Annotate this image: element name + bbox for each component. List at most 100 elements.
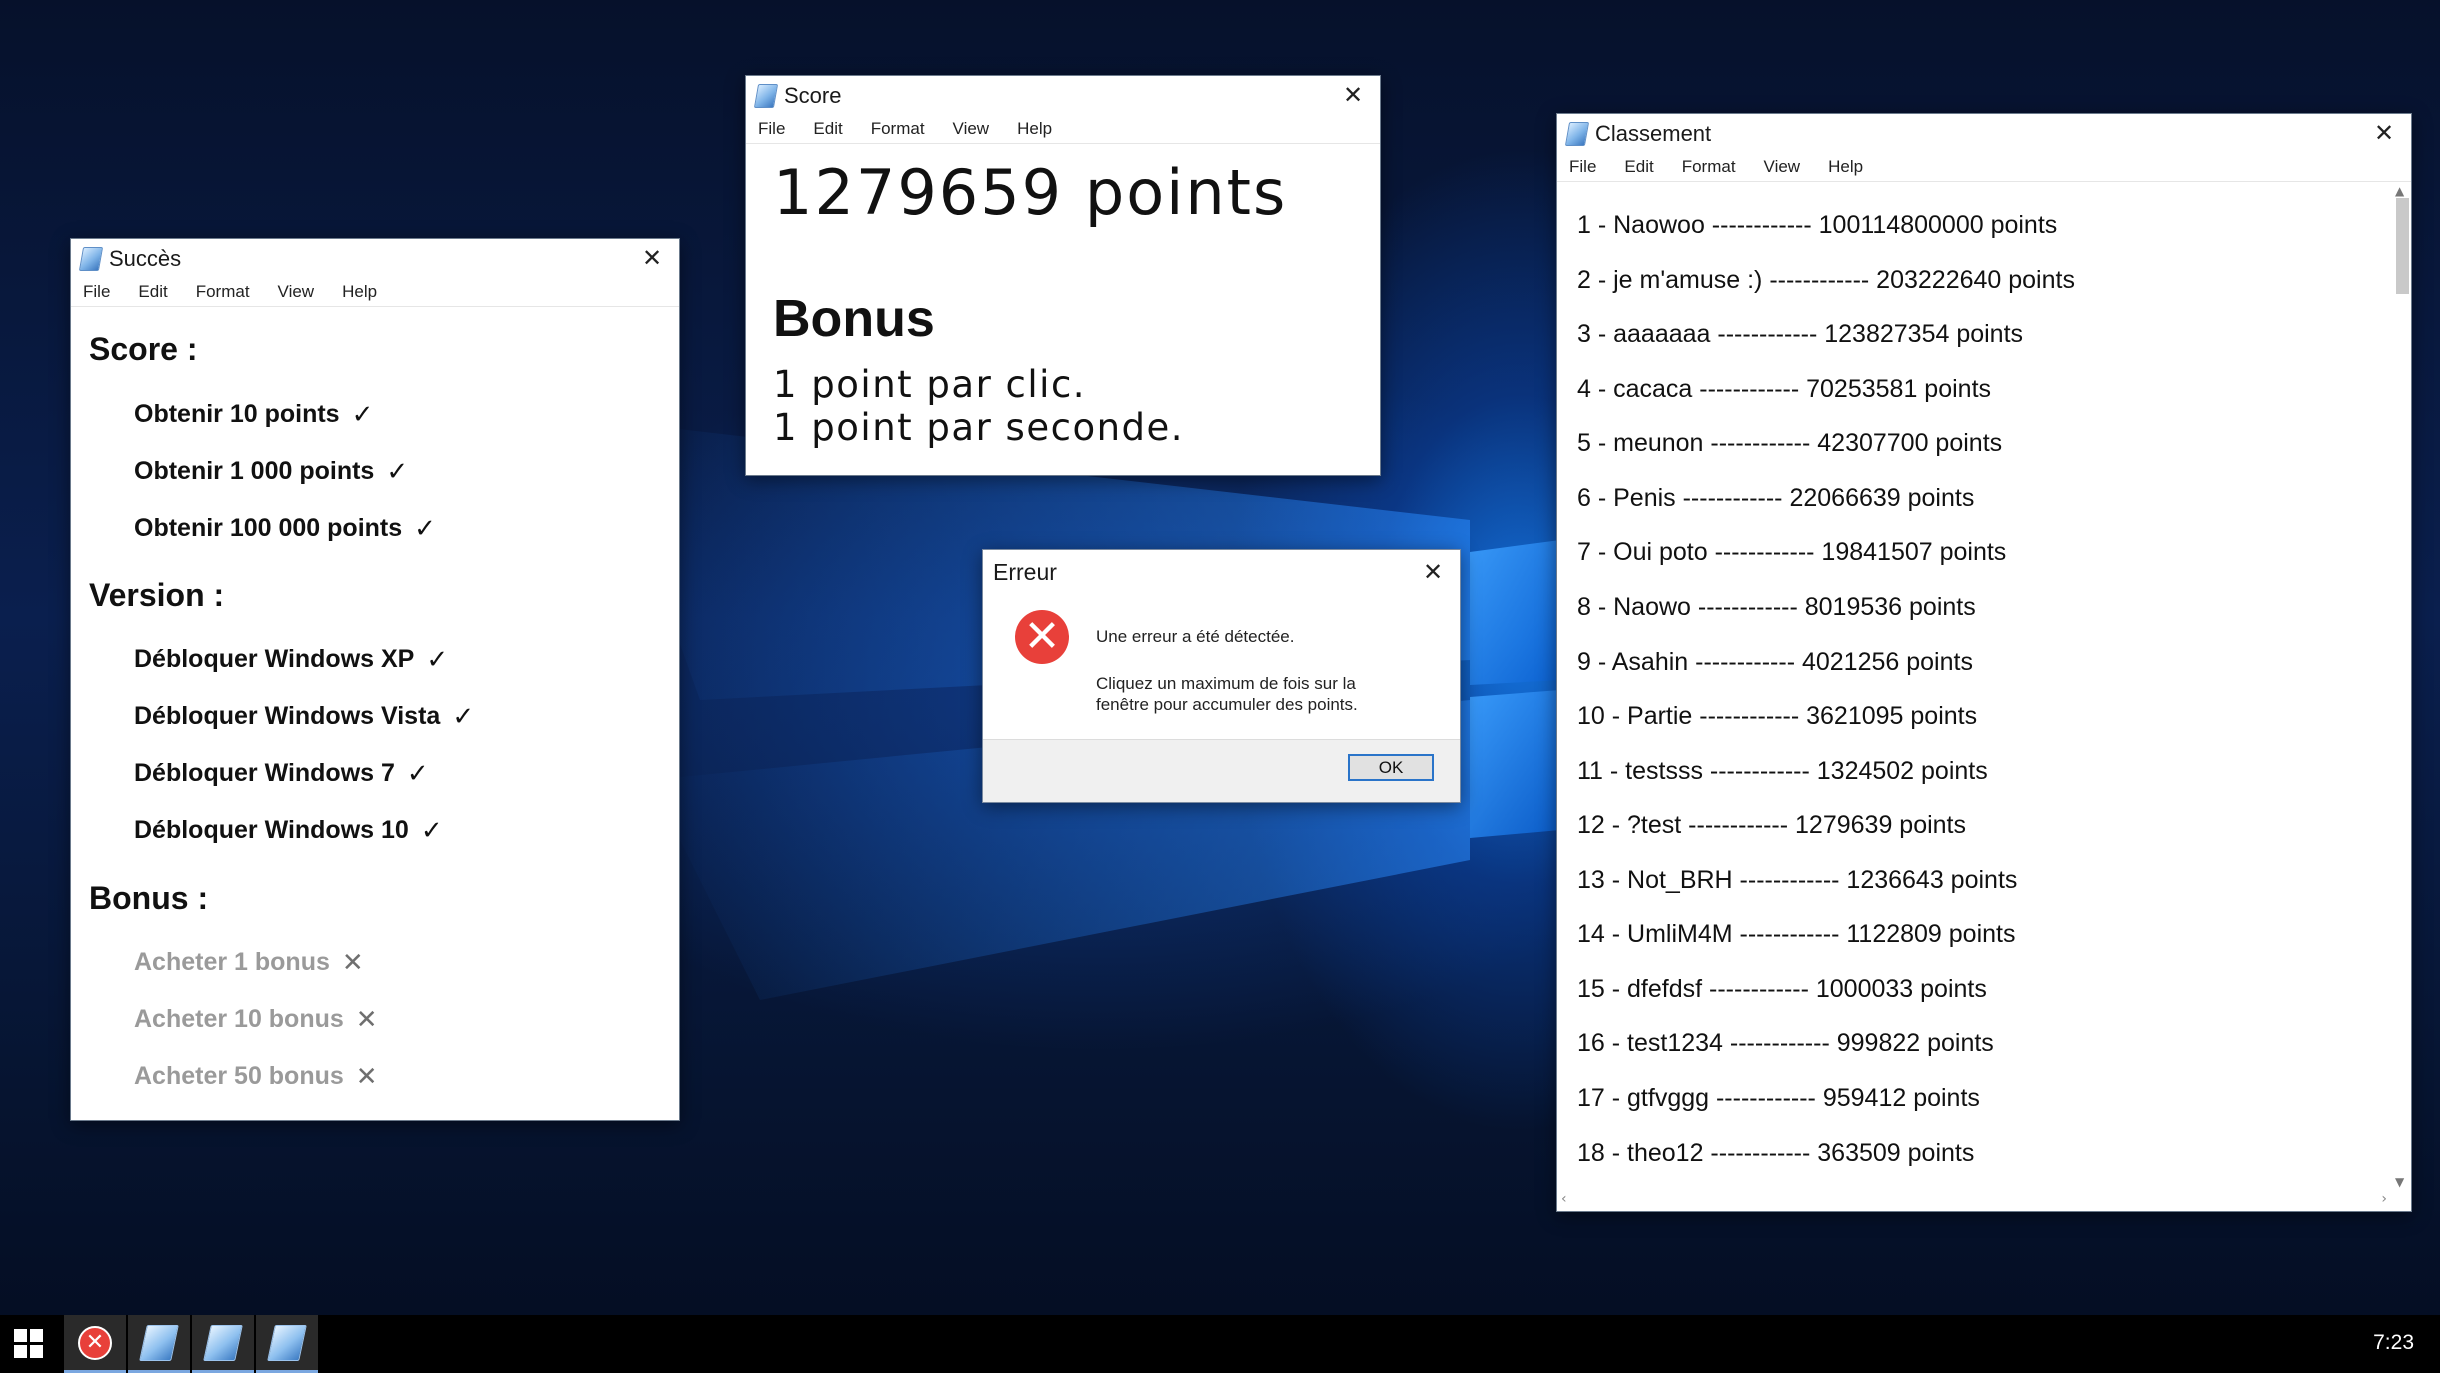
close-icon[interactable]: ✕	[2371, 120, 2397, 146]
scroll-right-icon[interactable]: ›	[2381, 1191, 2387, 1207]
window-title: Succès	[109, 245, 182, 271]
menu-format[interactable]: Format	[196, 282, 250, 302]
check-icon: ✓	[452, 701, 475, 731]
achievement-item-locked: Acheter 10 bonus ✕	[134, 1004, 378, 1035]
ranking-row: 1 - Naowoo ------------ 100114800000 poi…	[1577, 211, 2058, 239]
succes-titlebar[interactable]: Succès ✕	[71, 239, 679, 278]
taskbar: ✕ 7:23	[0, 1315, 2440, 1373]
taskbar-notepad[interactable]	[192, 1315, 254, 1373]
vertical-scrollbar[interactable]: ▲ ▼	[2391, 184, 2411, 1189]
menu-view[interactable]: View	[278, 282, 315, 302]
ranking-row: 2 - je m'amuse :) ------------ 203222640…	[1577, 266, 2075, 294]
menu-help[interactable]: Help	[342, 282, 377, 302]
cross-icon: ✕	[355, 1004, 378, 1034]
ranking-row: 5 - meunon ------------ 42307700 points	[1577, 429, 2003, 457]
error-message: Cliquez un maximum de fois sur la	[1096, 674, 1356, 693]
error-icon: ✕	[78, 1325, 112, 1360]
close-icon[interactable]: ✕	[1340, 82, 1366, 108]
taskbar-error-app[interactable]: ✕	[64, 1315, 126, 1373]
error-message: fenêtre pour accumuler des points.	[1096, 695, 1358, 714]
classement-window[interactable]: Classement ✕ File Edit Format View Help …	[1556, 113, 2412, 1212]
scroll-up-icon[interactable]: ▲	[2395, 184, 2404, 198]
notepad-icon	[203, 1324, 243, 1361]
check-icon: ✓	[414, 513, 436, 543]
achievement-label: Acheter 1 bonus	[134, 948, 330, 976]
error-message: Une erreur a été détectée.	[1096, 627, 1295, 646]
achievement-item: Débloquer Windows 7 ✓	[134, 758, 429, 789]
achievement-item: Débloquer Windows 10 ✓	[134, 815, 443, 846]
section-heading-version: Version :	[89, 577, 225, 613]
close-icon[interactable]: ✕	[1420, 559, 1446, 585]
error-icon: ✕	[1015, 610, 1069, 664]
classement-titlebar[interactable]: Classement ✕	[1557, 114, 2411, 153]
ok-button[interactable]: OK	[1348, 754, 1434, 781]
notepad-icon	[139, 1324, 179, 1361]
menu-format[interactable]: Format	[871, 119, 925, 139]
achievement-item: Obtenir 10 points ✓	[134, 399, 373, 430]
section-heading-score: Score :	[89, 331, 198, 367]
ranking-row: 8 - Naowo ------------ 8019536 points	[1577, 593, 1976, 621]
cross-icon: ✕	[341, 947, 364, 977]
bonus-line: 1 point par clic.	[773, 363, 1087, 406]
taskbar-notepad[interactable]	[256, 1315, 318, 1373]
error-titlebar[interactable]: Erreur ✕	[983, 550, 1460, 595]
achievement-label: Obtenir 1 000 points	[134, 457, 375, 485]
scrollbar-thumb[interactable]	[2396, 198, 2409, 294]
menu-help[interactable]: Help	[1017, 119, 1052, 139]
check-icon: ✓	[351, 399, 374, 429]
ranking-row: 12 - ?test ------------ 1279639 points	[1577, 811, 1967, 839]
ranking-row: 9 - Asahin ------------ 4021256 points	[1577, 648, 1973, 676]
menu-view[interactable]: View	[953, 119, 990, 139]
taskbar-notepad[interactable]	[128, 1315, 190, 1373]
ranking-row: 4 - cacaca ------------ 70253581 points	[1577, 375, 1992, 403]
score-window[interactable]: Score ✕ File Edit Format View Help 12796…	[745, 75, 1381, 476]
taskbar-clock[interactable]: 7:23	[2373, 1331, 2414, 1355]
check-icon: ✓	[420, 815, 443, 845]
menu-help[interactable]: Help	[1828, 157, 1863, 177]
notepad-icon	[267, 1324, 307, 1361]
menu-view[interactable]: View	[1764, 157, 1801, 177]
ranking-row: 10 - Partie ------------ 3621095 points	[1577, 702, 1978, 730]
ranking-row: 3 - aaaaaaa ------------ 123827354 point…	[1577, 320, 2024, 348]
notepad-icon	[1564, 121, 1590, 146]
ranking-row: 13 - Not_BRH ------------ 1236643 points	[1577, 866, 2018, 894]
check-icon: ✓	[386, 456, 409, 486]
menu-edit[interactable]: Edit	[1624, 157, 1653, 177]
achievement-item: Débloquer Windows Vista ✓	[134, 701, 474, 732]
window-title: Score	[784, 82, 842, 108]
achievement-label: Débloquer Windows 7	[134, 759, 395, 787]
menu-edit[interactable]: Edit	[813, 119, 842, 139]
check-icon: ✓	[406, 758, 429, 788]
menu-file[interactable]: File	[83, 282, 110, 302]
menu-file[interactable]: File	[1569, 157, 1596, 177]
achievement-label: Acheter 10 bonus	[134, 1005, 344, 1033]
bonus-line: 1 point par seconde.	[773, 406, 1185, 449]
scroll-left-icon[interactable]: ‹	[1561, 1191, 1567, 1207]
menu-edit[interactable]: Edit	[138, 282, 167, 302]
ranking-row: 16 - test1234 ------------ 999822 points	[1577, 1029, 1994, 1057]
achievement-item: Obtenir 1 000 points ✓	[134, 456, 408, 487]
menu-bar: File Edit Format View Help	[71, 278, 679, 307]
menu-file[interactable]: File	[758, 119, 785, 139]
horizontal-scrollbar[interactable]: ‹ ›	[1557, 1189, 2391, 1211]
achievement-item-locked: Acheter 1 bonus ✕	[134, 947, 364, 978]
menu-bar: File Edit Format View Help	[1557, 153, 2411, 182]
score-value[interactable]: 1279659 points	[773, 156, 1287, 229]
scroll-down-icon[interactable]: ▼	[2395, 1175, 2404, 1189]
achievement-item-locked: Acheter 50 bonus ✕	[134, 1061, 378, 1092]
achievement-label: Débloquer Windows 10	[134, 816, 409, 844]
windows-start-icon[interactable]	[14, 1329, 44, 1359]
ranking-row: 7 - Oui poto ------------ 19841507 point…	[1577, 538, 2007, 566]
succes-window[interactable]: Succès ✕ File Edit Format View Help Scor…	[70, 238, 680, 1121]
achievement-item: Obtenir 100 000 points ✓	[134, 513, 436, 544]
cross-icon: ✕	[355, 1061, 378, 1091]
menu-format[interactable]: Format	[1682, 157, 1736, 177]
achievement-label: Obtenir 10 points	[134, 400, 340, 428]
dialog-footer: OK	[983, 739, 1460, 802]
error-dialog[interactable]: Erreur ✕ ✕ Une erreur a été détectée. Cl…	[982, 549, 1461, 803]
achievement-label: Débloquer Windows XP	[134, 645, 415, 673]
section-heading-bonus: Bonus :	[89, 880, 209, 916]
close-icon[interactable]: ✕	[639, 245, 665, 271]
score-titlebar[interactable]: Score ✕	[746, 76, 1380, 115]
achievement-label: Obtenir 100 000 points	[134, 514, 403, 542]
